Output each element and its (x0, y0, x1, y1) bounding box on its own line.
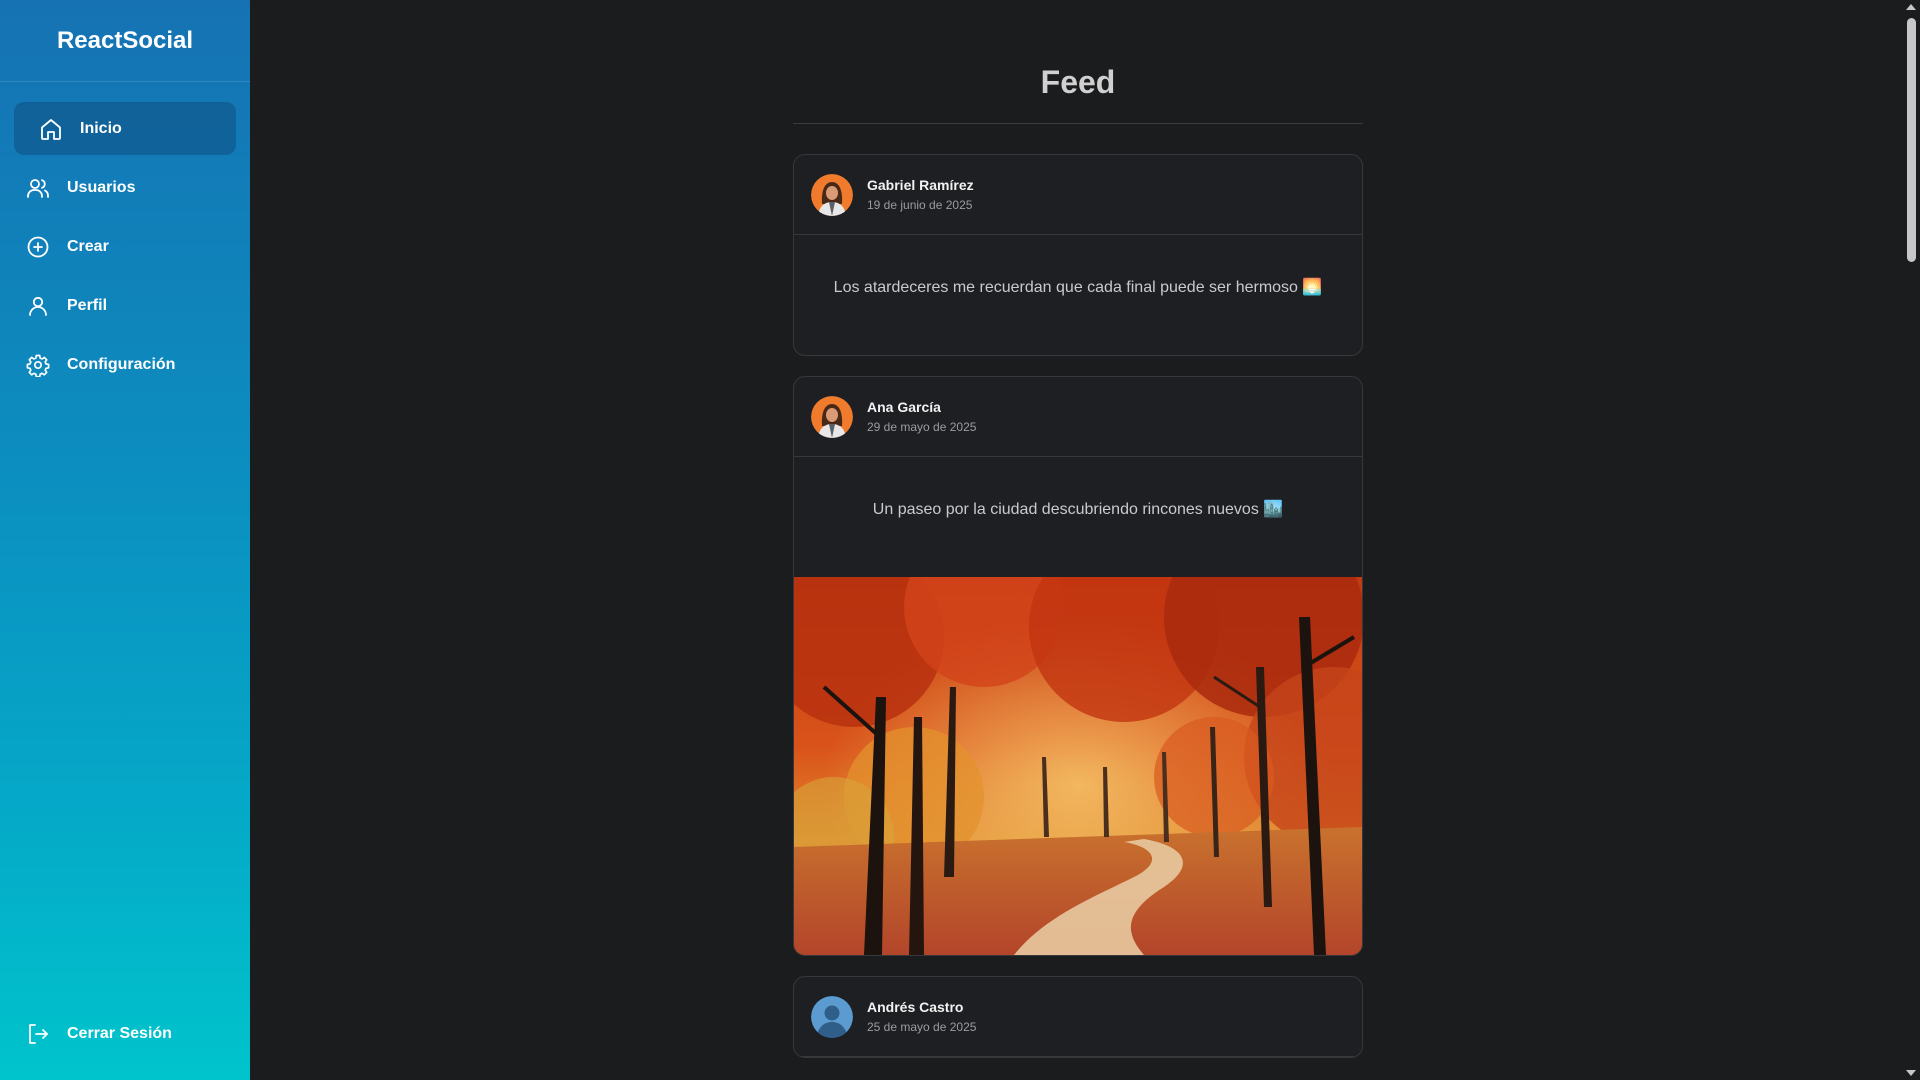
sidebar-item-inicio[interactable]: Inicio (14, 102, 236, 155)
post-header: Andrés Castro 25 de mayo de 2025 (794, 977, 1362, 1057)
post-card: Andrés Castro 25 de mayo de 2025 (793, 976, 1363, 1058)
sidebar-nav: Inicio Usuarios Crear Perfil Configuraci… (0, 82, 250, 391)
post-image[interactable] (794, 577, 1362, 955)
scroll-up-icon[interactable] (1906, 4, 1916, 10)
post-text: Un paseo por la ciudad descubriendo rinc… (872, 501, 1284, 518)
post-card: Gabriel Ramírez 19 de junio de 2025 Los … (793, 154, 1363, 356)
post-meta: Andrés Castro 25 de mayo de 2025 (867, 998, 976, 1036)
female-avatar-icon[interactable] (811, 395, 853, 438)
logout-label: Cerrar Sesión (67, 1024, 172, 1042)
post-text: Los atardeceres me recuerdan que cada fi… (833, 279, 1323, 296)
logout-icon (25, 1021, 51, 1047)
post-header: Ana García 29 de mayo de 2025 (794, 377, 1362, 457)
feed-column: Feed Gabriel Ramírez 19 de junio de 2025 (793, 0, 1363, 1058)
brand-logo[interactable]: ReactSocial (0, 0, 250, 82)
sidebar-item-usuarios[interactable]: Usuarios (14, 161, 236, 214)
post-meta: Gabriel Ramírez 19 de junio de 2025 (867, 176, 974, 214)
post-date: 29 de mayo de 2025 (867, 419, 977, 434)
plus-circle-icon (25, 234, 51, 260)
female-avatar-icon[interactable] (811, 173, 853, 216)
sidebar: ReactSocial Inicio Usuarios Crear Perfil… (0, 0, 250, 1080)
post-author[interactable]: Ana García (867, 398, 976, 416)
post-date: 25 de mayo de 2025 (867, 1019, 977, 1034)
scrollbar[interactable] (1902, 0, 1920, 1080)
scroll-down-icon[interactable] (1906, 1070, 1916, 1076)
home-icon (38, 116, 64, 142)
user-icon (25, 293, 51, 319)
users-icon (25, 175, 51, 201)
sidebar-item-label: Crear (67, 237, 109, 255)
main-content: Feed Gabriel Ramírez 19 de junio de 2025 (250, 0, 1902, 1080)
sidebar-item-label: Perfil (67, 296, 108, 314)
post-meta: Ana García 29 de mayo de 2025 (867, 398, 976, 436)
sidebar-item-label: Inicio (80, 119, 122, 137)
sidebar-item-label: Usuarios (67, 178, 136, 196)
post-date: 19 de junio de 2025 (867, 197, 973, 212)
sidebar-item-crear[interactable]: Crear (14, 220, 236, 273)
post-card: Ana García 29 de mayo de 2025 Un paseo p… (793, 376, 1363, 956)
post-author[interactable]: Gabriel Ramírez (867, 176, 974, 194)
logout-button[interactable]: Cerrar Sesión (14, 1007, 236, 1060)
sidebar-item-configuracion[interactable]: Configuración (14, 338, 236, 391)
male-avatar-icon[interactable] (811, 995, 853, 1038)
sidebar-item-label: Configuración (67, 355, 176, 373)
post-author[interactable]: Andrés Castro (867, 998, 976, 1016)
sidebar-item-perfil[interactable]: Perfil (14, 279, 236, 332)
post-header: Gabriel Ramírez 19 de junio de 2025 (794, 155, 1362, 235)
scrollbar-thumb[interactable] (1907, 18, 1916, 262)
gear-icon (25, 352, 51, 378)
page-title: Feed (793, 0, 1363, 124)
